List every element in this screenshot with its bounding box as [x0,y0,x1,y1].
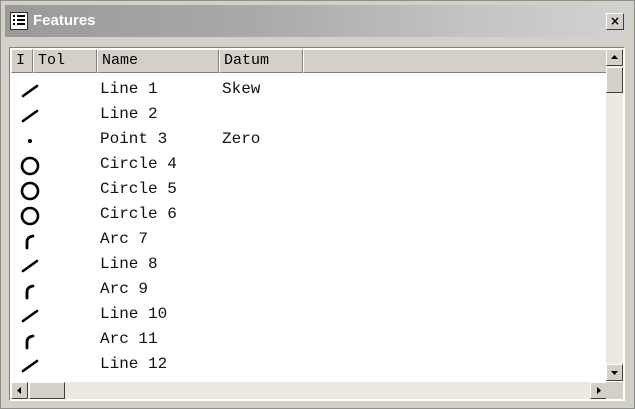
feature-name: Arc 13 [100,379,158,381]
table-row[interactable]: Line 12 [11,352,607,377]
circle-icon [20,181,40,201]
feature-name: Line 1 [100,80,158,98]
features-list[interactable]: I Tol Name Datum Line 1 Skew Line 2 Point 3… [9,47,625,401]
circle-icon [20,156,40,176]
features-window: Features × I Tol Name Datum Line 1 Skew Li… [0,0,635,409]
arrow-left-icon [17,387,21,394]
table-row[interactable]: Arc 9 [11,277,607,302]
table-row[interactable]: Circle 6 [11,202,607,227]
arc-icon [25,334,35,350]
arrow-down-icon [611,371,618,375]
feature-name: Point 3 [100,130,168,148]
feature-name: Circle 5 [100,180,177,198]
column-header-name[interactable]: Name [97,49,219,73]
arrow-right-icon [597,387,601,394]
scrollbar-corner [606,382,623,399]
feature-datum: Zero [222,130,261,148]
window-title: Features [33,12,96,29]
table-row[interactable]: Point 3 Zero [11,127,607,152]
vertical-scrollbar[interactable] [606,49,623,381]
line-icon [21,259,39,273]
point-icon [28,139,32,143]
table-row[interactable]: Line 10 [11,302,607,327]
line-icon [21,109,39,123]
feature-name: Arc 9 [100,280,149,298]
table-row[interactable]: Arc 13 [11,377,607,381]
table-row[interactable]: Circle 4 [11,152,607,177]
feature-datum: Skew [222,80,261,98]
scroll-down-button[interactable] [606,364,623,381]
line-icon [21,84,39,98]
horizontal-scrollbar[interactable] [11,382,607,399]
horizontal-scroll-thumb[interactable] [29,382,65,399]
features-rows: Line 1 Skew Line 2 Point 3 Zero Circle 4 Circl… [11,77,607,381]
table-row[interactable]: Line 1 Skew [11,77,607,102]
column-header-datum[interactable]: Datum [219,49,303,73]
feature-name: Circle 4 [100,155,177,173]
arc-icon [25,284,35,300]
table-row[interactable]: Arc 7 [11,227,607,252]
table-row[interactable]: Arc 11 [11,327,607,352]
arc-icon [25,234,35,250]
table-row[interactable]: Line 2 [11,102,607,127]
feature-name: Line 12 [100,355,168,373]
feature-name: Line 2 [100,105,158,123]
feature-name: Line 10 [100,305,168,323]
arc-icon [19,379,41,381]
close-button[interactable]: × [606,13,624,30]
column-header-filler [303,49,607,73]
column-header-i[interactable]: I [11,49,33,73]
title-bar[interactable]: Features × [5,5,630,37]
vertical-scroll-thumb[interactable] [606,67,623,93]
scroll-up-button[interactable] [606,49,623,66]
feature-name: Circle 6 [100,205,177,223]
feature-name: Line 8 [100,255,158,273]
table-row[interactable]: Line 8 [11,252,607,277]
circle-icon [20,206,40,226]
line-icon [21,309,39,323]
column-header-tol[interactable]: Tol [33,49,97,73]
features-list-icon [10,12,28,30]
line-icon [21,359,39,373]
arrow-up-icon [611,55,618,59]
scroll-right-button[interactable] [590,382,607,399]
table-row[interactable]: Circle 5 [11,177,607,202]
column-header-bar: I Tol Name Datum [11,49,607,73]
feature-name: Arc 7 [100,230,149,248]
feature-name: Arc 11 [100,330,158,348]
scroll-left-button[interactable] [11,382,28,399]
